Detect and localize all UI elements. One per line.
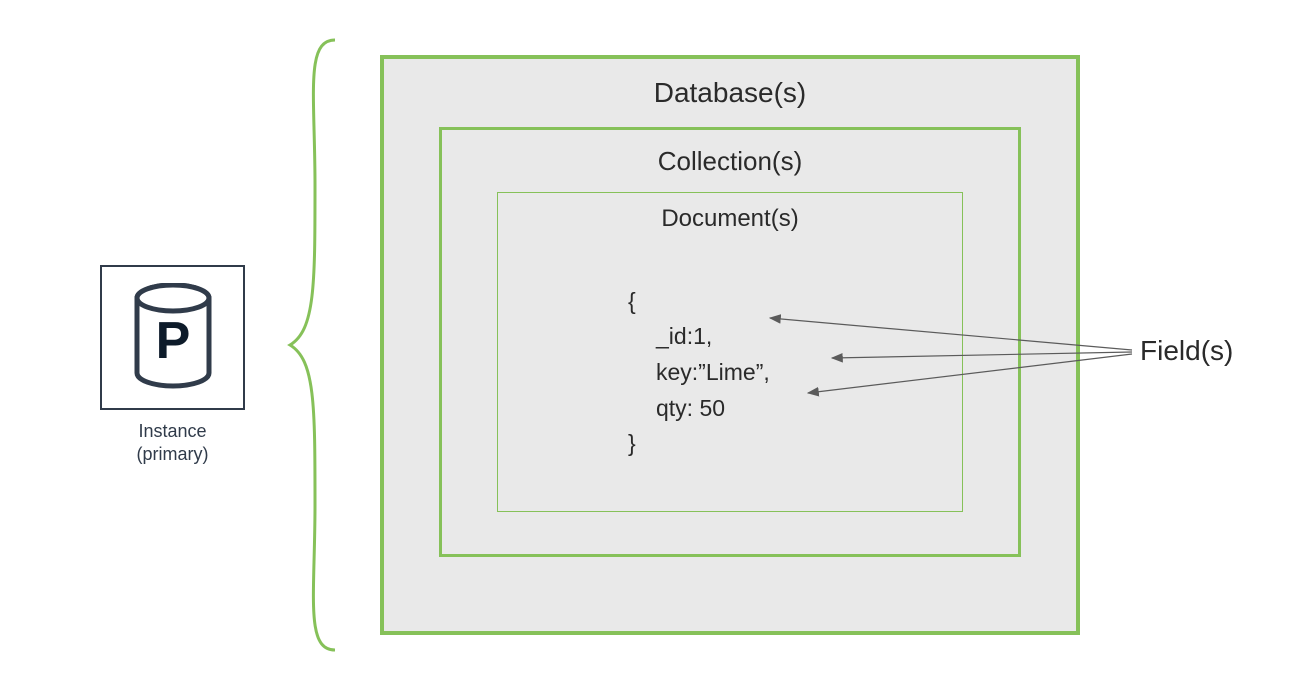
instance-caption-line2: (primary) <box>137 444 209 464</box>
document-label: Document(s) <box>498 193 962 233</box>
document-body: { _id:1, key:”Lime”, qty: 50 } <box>628 248 770 497</box>
doc-close-brace: } <box>628 430 636 456</box>
curly-brace <box>285 35 345 655</box>
instance-icon-block: P Instance (primary) <box>95 265 250 465</box>
database-label: Database(s) <box>384 59 1076 109</box>
doc-field-qty: qty: 50 <box>628 391 725 427</box>
fields-label: Field(s) <box>1140 335 1233 367</box>
database-cylinder-icon: P <box>128 283 218 393</box>
instance-caption-line1: Instance <box>138 421 206 441</box>
instance-square: P <box>100 265 245 410</box>
instance-letter: P <box>155 312 190 370</box>
doc-field-id: _id:1, <box>628 319 712 355</box>
collection-box: Collection(s) Document(s) { _id:1, key:”… <box>439 127 1021 557</box>
doc-field-key: key:”Lime”, <box>628 355 770 391</box>
database-box: Database(s) Collection(s) Document(s) { … <box>380 55 1080 635</box>
document-box: Document(s) { _id:1, key:”Lime”, qty: 50… <box>497 192 963 512</box>
instance-caption: Instance (primary) <box>95 420 250 465</box>
collection-label: Collection(s) <box>442 130 1018 177</box>
doc-open-brace: { <box>628 288 636 314</box>
